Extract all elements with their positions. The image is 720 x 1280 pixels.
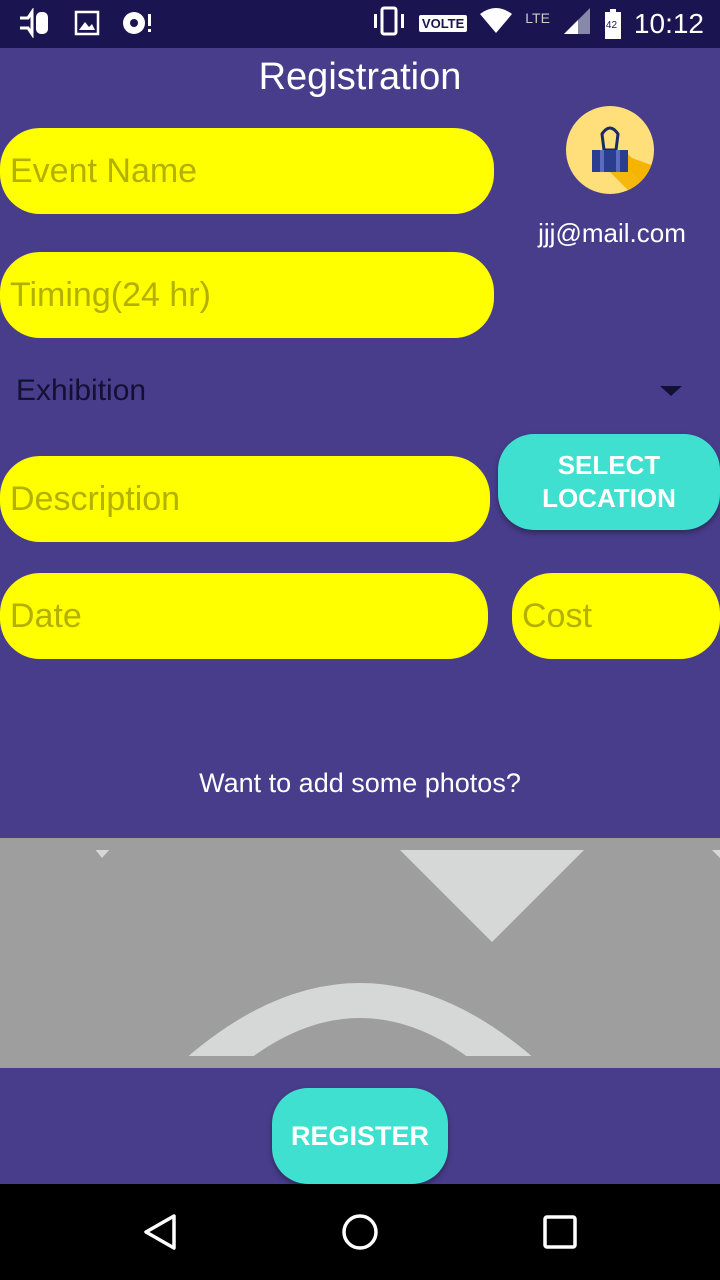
back-icon[interactable] <box>140 1212 180 1257</box>
avatar[interactable] <box>566 106 654 194</box>
description-placeholder: Description <box>10 479 181 518</box>
register-label: REGISTER <box>290 1120 430 1151</box>
signal-icon <box>562 6 592 41</box>
image-placeholder-icon <box>0 838 720 1068</box>
select-location-label-line2: LOCATION <box>542 483 676 513</box>
date-placeholder: Date <box>10 596 82 635</box>
select-location-button[interactable]: SELECT LOCATION <box>498 434 720 530</box>
page-title: Registration <box>258 56 462 98</box>
dropdown-arrow-icon <box>660 386 682 396</box>
clock: 10:12 <box>633 7 704 39</box>
timing-input[interactable]: Timing(24 hr) <box>0 252 494 338</box>
cost-placeholder: Cost <box>522 596 592 635</box>
category-selected-value: Exhibition <box>16 374 147 407</box>
battery-icon: 42 <box>604 8 622 39</box>
select-location-label-line1: SELECT <box>557 450 661 480</box>
user-email: jjj@mail.com <box>538 218 686 248</box>
status-bar: VOLTE LTE 42 10:12 <box>0 0 720 48</box>
network-badge: VOLTE <box>418 15 468 32</box>
date-input[interactable]: Date <box>0 573 488 659</box>
event-name-placeholder: Event Name <box>10 151 198 190</box>
media-icon <box>122 9 154 42</box>
photo-picker[interactable] <box>0 838 720 1068</box>
description-input[interactable]: Description <box>0 456 490 542</box>
event-name-input[interactable]: Event Name <box>0 128 494 214</box>
vibrate-icon <box>371 6 407 41</box>
lte-label: LTE <box>525 9 550 26</box>
register-button[interactable]: REGISTER <box>272 1088 448 1184</box>
wifi-icon <box>479 8 513 39</box>
timing-placeholder: Timing(24 hr) <box>10 275 211 314</box>
home-icon[interactable] <box>340 1212 380 1257</box>
cost-input[interactable]: Cost <box>512 573 720 659</box>
image-icon <box>74 10 100 41</box>
recents-icon[interactable] <box>542 1214 578 1255</box>
category-dropdown[interactable]: Exhibition <box>0 360 720 424</box>
binder-clip-icon <box>592 126 654 194</box>
photos-prompt: Want to add some photos? <box>199 768 521 798</box>
navigation-bar <box>0 1184 720 1280</box>
usb-debug-icon <box>18 7 52 43</box>
